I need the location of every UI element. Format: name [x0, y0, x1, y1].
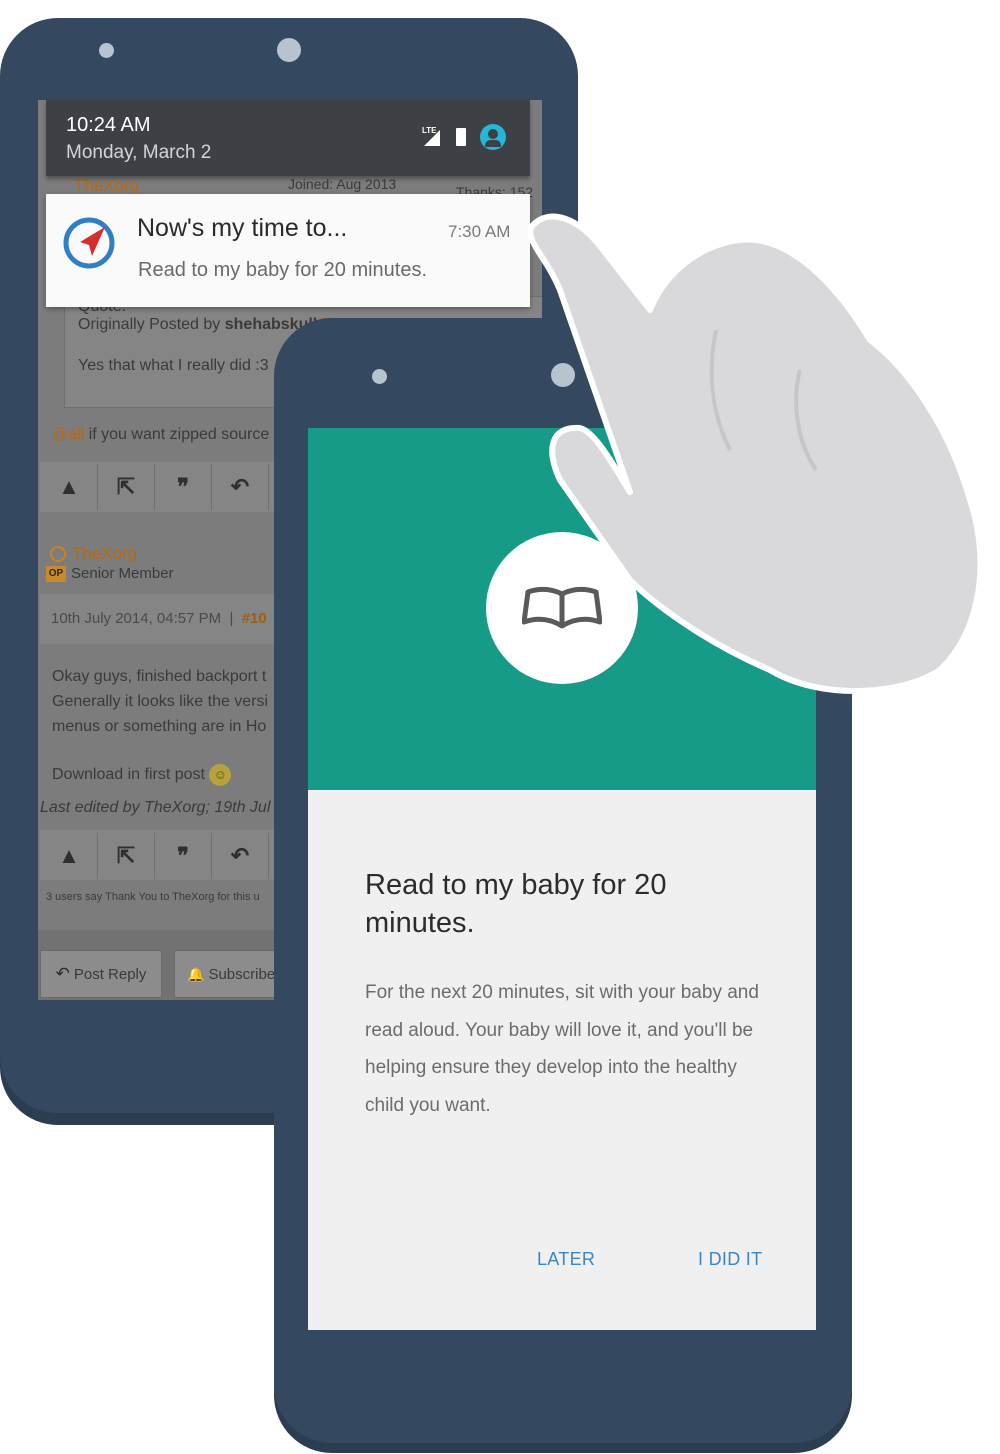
notification-title: Now's my time to... — [137, 214, 348, 242]
share-icon[interactable]: ⇱ — [98, 833, 155, 879]
status-time: 10:24 AM — [66, 114, 151, 136]
post-reply-button[interactable]: ↶ Post Reply — [40, 950, 162, 998]
post-number[interactable]: #10 — [242, 610, 267, 627]
back-phone-camera — [277, 38, 301, 62]
last-edited: Last edited by TheXorg; 19th Jul — [40, 799, 271, 816]
post-separator: | — [229, 610, 234, 627]
mention-tag[interactable]: @all — [52, 426, 84, 443]
reply-icon[interactable]: ↶ — [212, 833, 269, 879]
post-line: Generally it looks like the versi — [52, 693, 269, 710]
subscribe-label: Subscribe — [208, 965, 276, 983]
notification-shade-header: 10:24 AM Monday, March 2 LTE — [46, 100, 530, 176]
notification-time: 7:30 AM — [448, 222, 511, 241]
back-phone-sensor — [99, 43, 114, 58]
user-avatar-icon[interactable] — [480, 124, 506, 150]
compass-arrow-icon — [63, 217, 115, 269]
thanks-line: 3 users say Thank You to TheXorg for thi… — [46, 891, 260, 903]
post-role: Senior Member — [71, 565, 174, 582]
quote-prefix: Originally Posted by — [78, 316, 221, 333]
battery-icon — [456, 128, 466, 146]
bell-icon: 🔔 — [187, 965, 205, 982]
action-row-1: ▲ ⇱ ❞ ↶ — [41, 464, 269, 510]
post-meta: 10th July 2014, 04:57 PM | #10 — [51, 610, 267, 627]
share-icon[interactable]: ⇱ — [98, 464, 155, 510]
download-line: Download in first post ☺ — [52, 764, 232, 786]
notification-card[interactable]: Now's my time to... 7:30 AM Read to my b… — [46, 194, 530, 307]
post-body: Okay guys, finished backport t Generally… — [52, 664, 268, 739]
quote-icon[interactable]: ❞ — [155, 464, 212, 510]
status-date[interactable]: Monday, March 2 — [66, 142, 211, 164]
pointing-hand-illustration — [527, 213, 984, 694]
op-badge: OP — [46, 566, 66, 582]
download-text: Download in first post — [52, 766, 205, 784]
top-joined: Joined: Aug 2013 — [288, 176, 397, 192]
post-reply-label: Post Reply — [73, 965, 147, 983]
top-poster-name[interactable]: TheXorg — [74, 176, 139, 196]
post-line: menus or something are in Ho — [52, 718, 267, 735]
action-row-2: ▲ ⇱ ❞ ↶ — [41, 833, 269, 879]
mention-text: if you want zipped source — [88, 426, 270, 443]
post-date: 10th July 2014, 04:57 PM — [51, 610, 222, 627]
notification-text: Read to my baby for 20 minutes. — [138, 259, 428, 281]
card-body: For the next 20 minutes, sit with your b… — [365, 982, 759, 1116]
online-status-icon — [50, 546, 66, 562]
warning-icon[interactable]: ▲ — [41, 833, 98, 879]
warning-icon[interactable]: ▲ — [41, 464, 98, 510]
quote-text: Yes that what I really did :3 — [78, 357, 269, 374]
mention-line: @all if you want zipped source — [52, 426, 269, 444]
post-line: Okay guys, finished backport t — [52, 668, 267, 685]
later-button[interactable]: LATER — [537, 1249, 595, 1270]
i-did-it-button[interactable]: I DID IT — [698, 1249, 762, 1270]
network-label: LTE — [422, 126, 437, 135]
reply-icon[interactable]: ↶ — [212, 464, 269, 510]
post-author[interactable]: TheXorg — [72, 544, 137, 564]
reply-arrow-icon: ↶ — [55, 964, 70, 983]
quote-icon[interactable]: ❞ — [155, 833, 212, 879]
smiley-icon: ☺ — [209, 764, 232, 786]
front-phone-sensor — [372, 369, 387, 384]
card-title: Read to my baby for 20 minutes. — [365, 869, 667, 939]
